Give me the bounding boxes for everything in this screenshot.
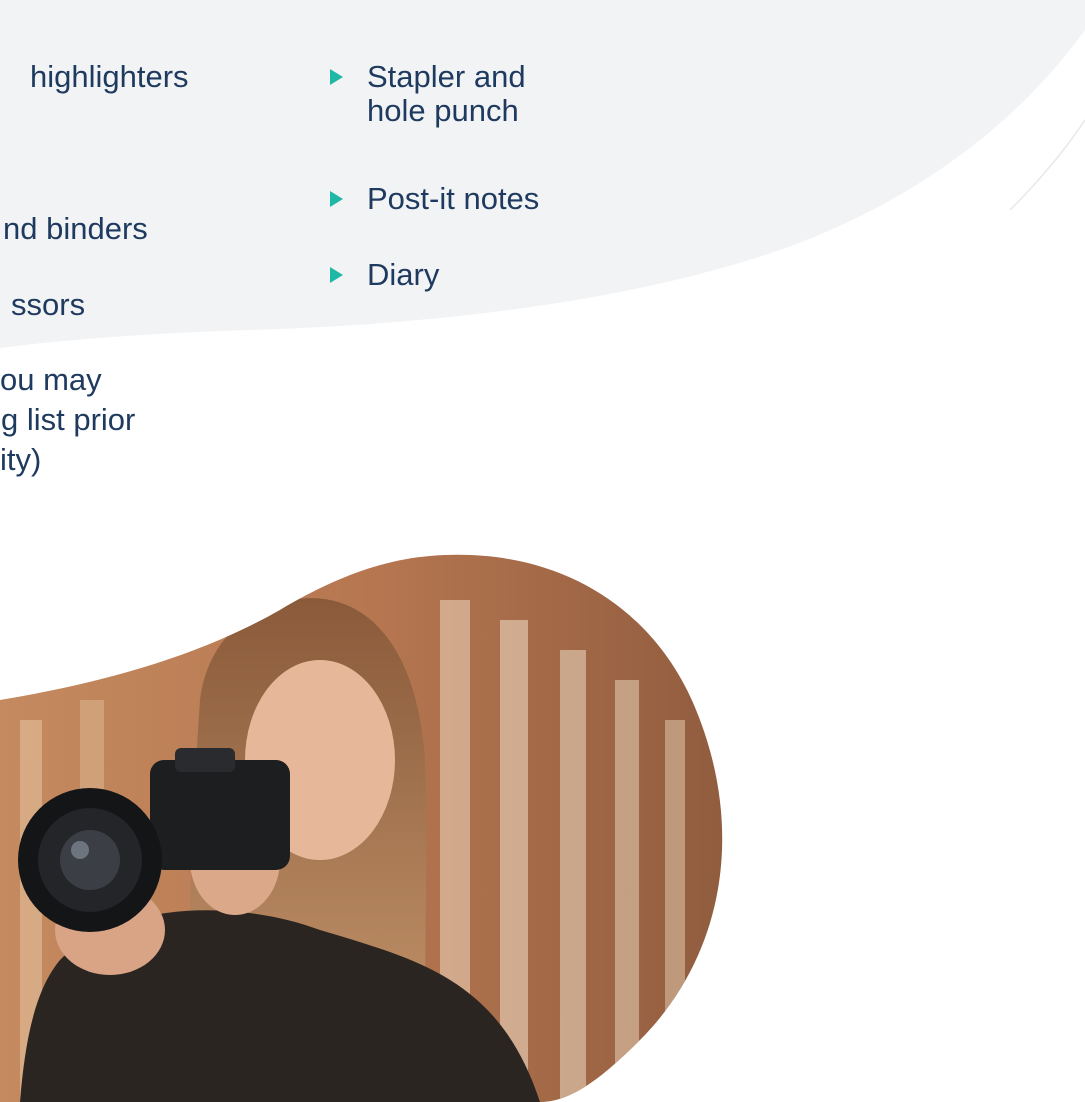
photo-woman-with-camera (0, 554, 723, 1102)
